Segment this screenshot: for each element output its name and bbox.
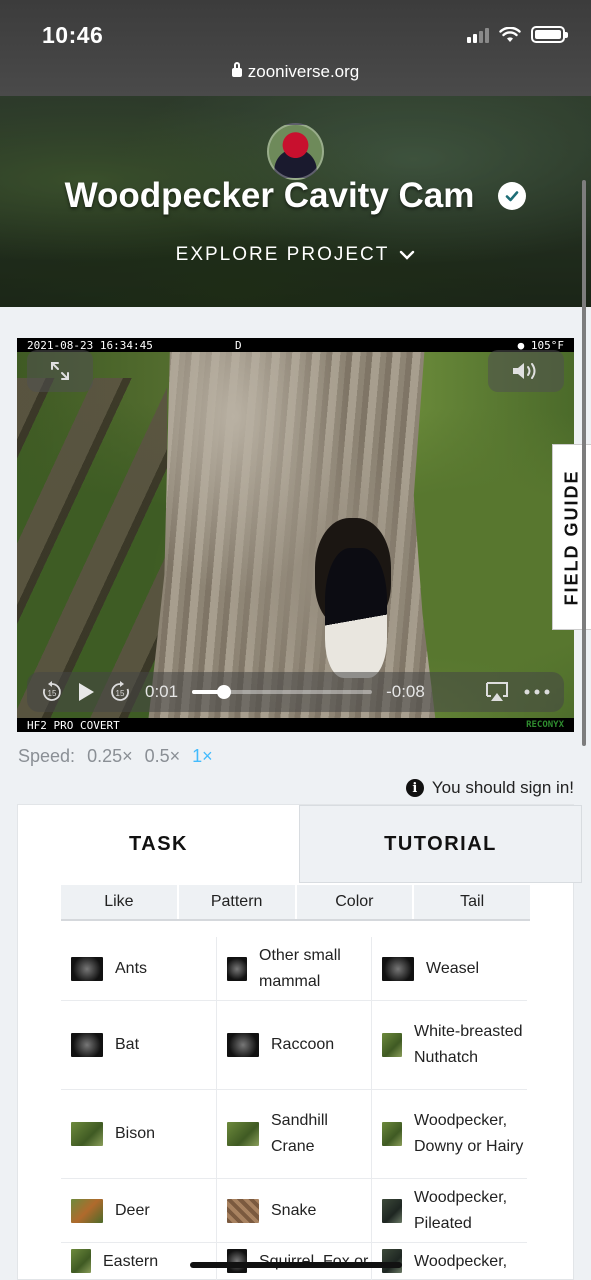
svg-text:15: 15 bbox=[48, 689, 57, 698]
rewind-15-icon[interactable]: 15 bbox=[41, 681, 63, 703]
choice-woodpecker-downy-or-hairy[interactable]: Woodpecker, Downy or Hairy bbox=[371, 1090, 526, 1178]
project-title-row: Woodpecker Cavity Cam bbox=[0, 176, 591, 216]
choice-bat[interactable]: Bat bbox=[61, 1001, 216, 1089]
battery-icon bbox=[531, 26, 568, 43]
status-icons bbox=[467, 26, 568, 43]
scrubber-knob[interactable] bbox=[217, 685, 232, 699]
classifier-tabs: TASK TUTORIAL bbox=[18, 805, 582, 883]
remaining-time: -0:08 bbox=[386, 682, 425, 701]
species-thumbnail bbox=[71, 1122, 103, 1146]
wifi-icon bbox=[499, 26, 521, 42]
camera-stamp-top: 2021-08-23 16:34:45 D ● 105°F bbox=[17, 338, 574, 352]
url-bar[interactable]: zooniverse.org bbox=[0, 62, 591, 82]
browser-top-bar: 10:46 zooniverse.org bbox=[0, 0, 591, 96]
filter-pattern[interactable]: Pattern bbox=[178, 885, 295, 919]
camera-stamp-bottom: HF2 PRO COVERT RECONYX bbox=[17, 718, 574, 732]
cellular-signal-icon bbox=[467, 27, 489, 43]
choice-ants[interactable]: Ants bbox=[61, 937, 216, 1000]
playback-speed: Speed: 0.25× 0.5× 1× bbox=[18, 746, 213, 767]
species-thumbnail bbox=[71, 1033, 103, 1057]
home-indicator[interactable] bbox=[190, 1262, 402, 1268]
filter-bar: Like Pattern Color Tail bbox=[61, 885, 530, 921]
choice-other-small-mammal[interactable]: Other small mammal bbox=[216, 937, 371, 1000]
species-thumbnail bbox=[71, 956, 103, 981]
sign-in-notice[interactable]: i You should sign in! bbox=[405, 778, 574, 798]
tab-task[interactable]: TASK bbox=[18, 805, 299, 883]
subject-video[interactable]: 2021-08-23 16:34:45 D ● 105°F HF2 PRO CO… bbox=[17, 338, 574, 732]
species-thumbnail bbox=[227, 1122, 259, 1146]
sign-in-text: You should sign in! bbox=[431, 778, 574, 797]
project-avatar[interactable] bbox=[267, 123, 324, 180]
page-scrollbar[interactable] bbox=[582, 180, 586, 746]
species-thumbnail bbox=[382, 1198, 402, 1223]
species-choices: Ants Other small mammal Weasel Bat Racco… bbox=[61, 937, 527, 1280]
url-text: zooniverse.org bbox=[247, 62, 360, 81]
choice-woodpecker-pileated[interactable]: Woodpecker, Pileated bbox=[371, 1179, 526, 1242]
speed-option-025[interactable]: 0.25× bbox=[87, 746, 133, 767]
video-scrubber[interactable] bbox=[192, 685, 373, 699]
species-thumbnail bbox=[71, 1249, 91, 1273]
video-player-controls: 15 15 0:01 -0:08 bbox=[27, 672, 564, 712]
explore-project-label: EXPLORE PROJECT bbox=[175, 244, 390, 265]
expand-icon bbox=[51, 362, 69, 380]
status-time: 10:46 bbox=[42, 22, 104, 48]
classifier-panel: TASK TUTORIAL Like Pattern Color Tail An… bbox=[17, 804, 582, 1280]
speed-option-1[interactable]: 1× bbox=[192, 746, 213, 767]
speed-option-05[interactable]: 0.5× bbox=[145, 746, 181, 767]
choice-deer[interactable]: Deer bbox=[61, 1179, 216, 1242]
species-thumbnail bbox=[227, 1198, 259, 1223]
field-guide-label: FIELD GUIDE bbox=[561, 468, 582, 606]
more-options-icon[interactable] bbox=[524, 689, 550, 695]
choice-raccoon[interactable]: Raccoon bbox=[216, 1001, 371, 1089]
project-hero: Woodpecker Cavity Cam EXPLORE PROJECT bbox=[0, 96, 591, 307]
chevron-down-icon bbox=[400, 250, 415, 260]
airplay-icon[interactable] bbox=[484, 681, 510, 703]
verified-badge-icon bbox=[498, 182, 527, 210]
fullscreen-button[interactable] bbox=[27, 350, 93, 392]
species-thumbnail bbox=[227, 956, 247, 981]
filter-like[interactable]: Like bbox=[61, 885, 177, 919]
choice-bison[interactable]: Bison bbox=[61, 1090, 216, 1178]
species-thumbnail bbox=[71, 1198, 103, 1223]
species-thumbnail bbox=[227, 1249, 247, 1273]
species-thumbnail bbox=[382, 1249, 402, 1273]
project-title: Woodpecker Cavity Cam bbox=[64, 176, 475, 215]
species-thumbnail bbox=[382, 1033, 402, 1057]
lock-icon bbox=[231, 62, 242, 77]
current-time: 0:01 bbox=[145, 682, 179, 701]
explore-project-button[interactable]: EXPLORE PROJECT bbox=[0, 244, 591, 266]
play-icon[interactable] bbox=[77, 682, 95, 702]
info-icon: i bbox=[405, 779, 424, 797]
filter-color[interactable]: Color bbox=[296, 885, 413, 919]
species-thumbnail bbox=[382, 1122, 402, 1146]
filter-tail[interactable]: Tail bbox=[414, 885, 530, 919]
volume-button[interactable] bbox=[488, 350, 564, 392]
svg-text:15: 15 bbox=[116, 689, 125, 698]
tab-tutorial[interactable]: TUTORIAL bbox=[299, 805, 582, 883]
choice-weasel[interactable]: Weasel bbox=[371, 937, 526, 1000]
speed-label: Speed: bbox=[18, 746, 76, 766]
speaker-icon bbox=[513, 363, 536, 379]
forward-15-icon[interactable]: 15 bbox=[109, 681, 131, 703]
species-thumbnail bbox=[227, 1033, 259, 1057]
choice-white-breasted-nuthatch[interactable]: White-breasted Nuthatch bbox=[371, 1001, 526, 1089]
choice-snake[interactable]: Snake bbox=[216, 1179, 371, 1242]
species-thumbnail bbox=[382, 956, 414, 981]
choice-sandhill-crane[interactable]: Sandhill Crane bbox=[216, 1090, 371, 1178]
woodpecker bbox=[325, 548, 387, 678]
